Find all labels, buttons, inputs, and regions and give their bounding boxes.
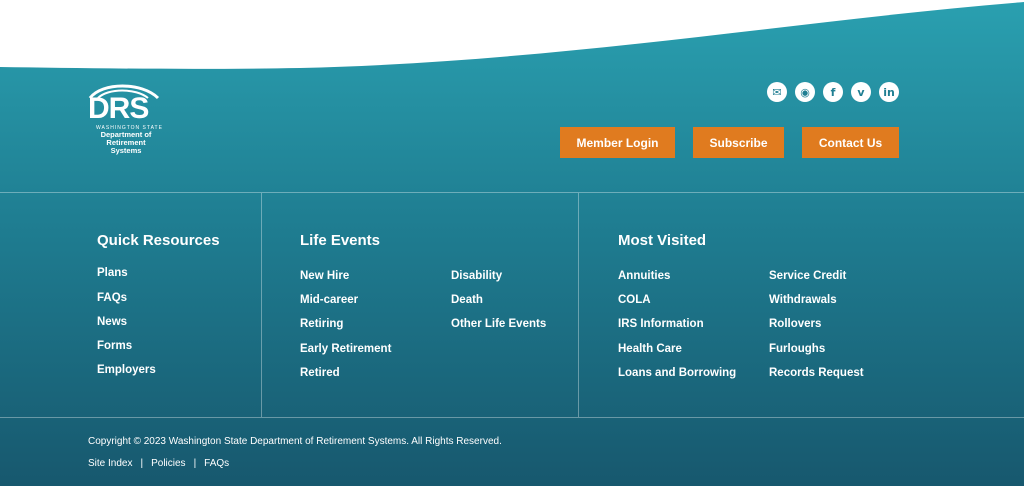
- link-separator: |: [193, 458, 197, 469]
- vimeo-icon[interactable]: v: [851, 82, 871, 102]
- link-new-hire[interactable]: New Hire: [300, 270, 349, 282]
- link-news[interactable]: News: [97, 316, 127, 328]
- link-other-life-events[interactable]: Other Life Events: [451, 318, 546, 330]
- drs-logo[interactable]: DRS WASHINGTON STATE Department of Retir…: [86, 80, 176, 155]
- contact-us-button[interactable]: Contact Us: [802, 127, 899, 158]
- link-plans[interactable]: Plans: [97, 267, 128, 279]
- email-icon[interactable]: ✉: [767, 82, 787, 102]
- link-records-request[interactable]: Records Request: [769, 367, 864, 379]
- link-retiring[interactable]: Retiring: [300, 318, 343, 330]
- wave-divider: [0, 0, 1024, 69]
- link-annuities[interactable]: Annuities: [618, 270, 670, 282]
- link-irs-information[interactable]: IRS Information: [618, 318, 704, 330]
- link-early-retirement[interactable]: Early Retirement: [300, 343, 391, 355]
- link-service-credit[interactable]: Service Credit: [769, 270, 846, 282]
- linkedin-icon[interactable]: in: [879, 82, 899, 102]
- link-retired[interactable]: Retired: [300, 367, 340, 379]
- link-footer-faqs[interactable]: FAQs: [204, 458, 229, 469]
- link-disability[interactable]: Disability: [451, 270, 502, 282]
- column-divider-1: [261, 193, 262, 417]
- copyright-text: Copyright © 2023 Washington State Depart…: [88, 436, 502, 447]
- link-forms[interactable]: Forms: [97, 340, 132, 352]
- member-login-button[interactable]: Member Login: [560, 127, 675, 158]
- link-site-index[interactable]: Site Index: [88, 458, 132, 469]
- link-faqs[interactable]: FAQs: [97, 292, 127, 304]
- column-divider-2: [578, 193, 579, 417]
- most-visited-heading: Most Visited: [618, 232, 707, 249]
- divider-top: [0, 192, 1024, 193]
- link-cola[interactable]: COLA: [618, 294, 651, 306]
- link-health-care[interactable]: Health Care: [618, 343, 682, 355]
- quick-resources-heading: Quick Resources: [97, 232, 220, 249]
- divider-bottom: [0, 417, 1024, 418]
- link-death[interactable]: Death: [451, 294, 483, 306]
- social-links: ✉ ◉ f v in: [767, 82, 899, 102]
- site-footer: DRS WASHINGTON STATE Department of Retir…: [0, 0, 1024, 486]
- link-policies[interactable]: Policies: [151, 458, 185, 469]
- link-rollovers[interactable]: Rollovers: [769, 318, 821, 330]
- link-furloughs[interactable]: Furloughs: [769, 343, 825, 355]
- logo-text: DRS: [88, 92, 149, 125]
- link-loans-and-borrowing[interactable]: Loans and Borrowing: [618, 367, 736, 379]
- link-employers[interactable]: Employers: [97, 364, 156, 376]
- link-separator: |: [140, 458, 144, 469]
- link-withdrawals[interactable]: Withdrawals: [769, 294, 837, 306]
- bottom-links: Site Index | Policies | FAQs: [88, 458, 229, 469]
- logo-department: Department of Retirement Systems: [90, 131, 162, 155]
- podcast-icon[interactable]: ◉: [795, 82, 815, 102]
- facebook-icon[interactable]: f: [823, 82, 843, 102]
- link-mid-career[interactable]: Mid-career: [300, 294, 358, 306]
- logo-dept-line2: Retirement Systems: [106, 138, 146, 155]
- subscribe-button[interactable]: Subscribe: [693, 127, 784, 158]
- life-events-heading: Life Events: [300, 232, 381, 249]
